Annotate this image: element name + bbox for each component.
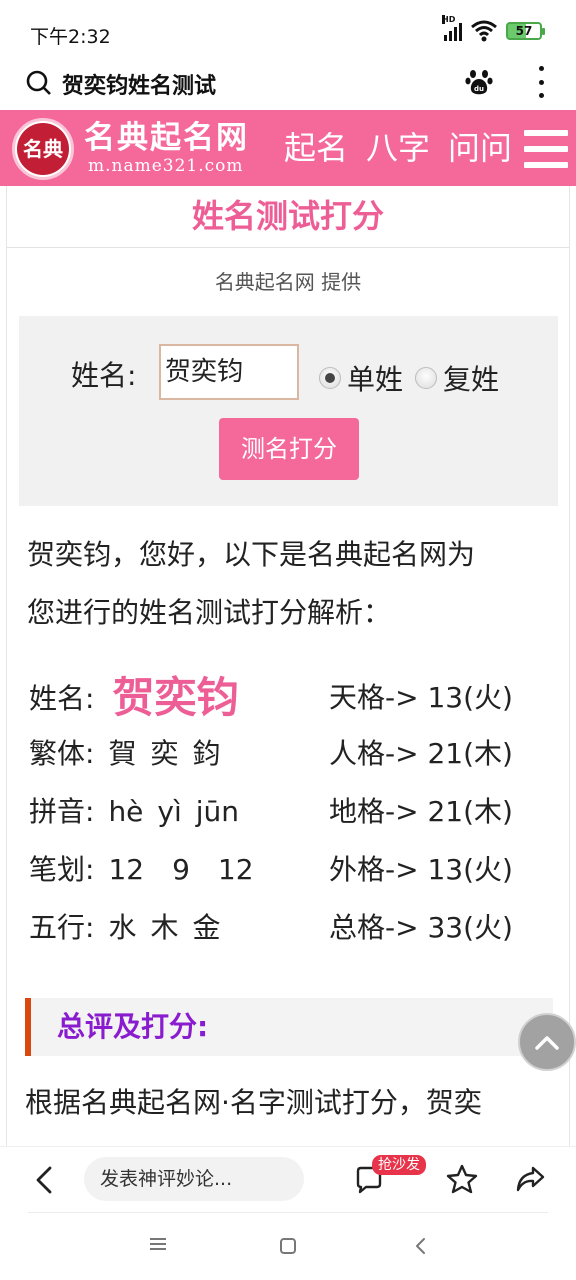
detail-traditional-row: 繁体: 賀奕鈞 — [29, 732, 220, 772]
grid-zongge: 总格-> 33(火) — [329, 911, 513, 944]
baidu-paw-icon[interactable]: du — [464, 66, 494, 96]
svg-text:du: du — [474, 85, 484, 93]
test-name-button[interactable]: 测名打分 — [219, 418, 359, 480]
battery-level: 57 — [515, 24, 533, 38]
name-input[interactable]: 贺奕钧 — [159, 344, 299, 400]
stroke-count: 9 — [172, 853, 190, 886]
provider-text: 名典起名网 提供 — [214, 270, 362, 294]
stroke-count: 12 — [217, 853, 254, 886]
search-query[interactable]: 贺奕钧姓名测试 — [62, 68, 216, 100]
comment-input[interactable]: 发表神评妙论... — [84, 1157, 304, 1201]
more-options-icon[interactable] — [534, 66, 548, 98]
signal-icon: HD — [442, 15, 462, 41]
system-navigation-bar — [0, 1212, 576, 1280]
search-icon[interactable] — [26, 70, 52, 96]
detail-name-label: 姓名: — [29, 682, 95, 715]
wuxing-element: 金 — [192, 911, 221, 944]
brand[interactable]: 名典起名网 m.name321.com — [84, 120, 249, 176]
radio-single-surname[interactable]: 单姓 — [319, 358, 403, 398]
score-value-cutoff — [287, 1130, 357, 1144]
logo-text: 名典 — [17, 123, 69, 175]
system-back-icon[interactable] — [412, 1236, 428, 1256]
hamburger-menu-icon[interactable] — [524, 130, 568, 168]
grid-tiange: 天格-> 13(火) — [329, 681, 513, 714]
detail-strokes-row: 笔划: 12 9 12 — [29, 848, 254, 888]
detail-strokes-label: 笔划: — [29, 853, 95, 886]
main-content: 姓名测试打分 名典起名网 提供 姓名: 贺奕钧 单姓 复姓 测名打分 贺奕钧，您… — [6, 186, 570, 1146]
radio-double-surname[interactable]: 复姓 — [415, 358, 499, 398]
status-bar: 下午2:32 HD 57 — [0, 0, 576, 62]
battery-icon: 57 — [506, 22, 545, 40]
summary-text: 根据名典起名网·名字测试打分，贺奕 — [25, 1086, 482, 1119]
radio-double-label: 复姓 — [443, 363, 500, 396]
chevron-up-icon — [535, 1036, 559, 1050]
wuxing-element: 水 — [108, 911, 137, 944]
status-icons: HD 57 — [442, 15, 545, 42]
name-test-form: 姓名: 贺奕钧 单姓 复姓 测名打分 — [19, 316, 558, 506]
browser-search-bar[interactable]: 贺奕钧姓名测试 du — [0, 62, 576, 110]
site-nav: 起名 八字 问问 — [284, 128, 512, 168]
summary-heading: 总评及打分: — [25, 998, 553, 1056]
back-icon[interactable] — [32, 1165, 56, 1195]
radio-unselected-icon[interactable] — [415, 367, 437, 389]
nav-item-bazi[interactable]: 八字 — [366, 128, 430, 168]
status-time: 下午2:32 — [30, 26, 111, 48]
pinyin-syllable: jūn — [195, 795, 240, 828]
back-to-top-button[interactable] — [518, 1013, 576, 1071]
comment-bar: 发表神评妙论... 抢沙发 — [0, 1146, 576, 1212]
intro-line-1: 贺奕钧，您好，以下是名典起名网为 — [27, 538, 476, 571]
nav-item-wenwen[interactable]: 问问 — [448, 128, 512, 168]
share-icon[interactable] — [514, 1163, 546, 1195]
site-logo[interactable]: 名典 — [12, 118, 74, 180]
favorite-star-icon[interactable] — [446, 1163, 478, 1195]
recents-menu-icon[interactable] — [148, 1236, 168, 1252]
detail-name-row: 姓名: 贺奕钧 — [29, 664, 238, 725]
site-name: 名典起名网 — [84, 120, 249, 156]
grid-renge: 人格-> 21(木) — [329, 737, 513, 770]
wuxing-element: 木 — [150, 911, 179, 944]
network-label: HD — [442, 15, 456, 24]
detail-pinyin-label: 拼音: — [29, 795, 95, 828]
traditional-char: 鈞 — [192, 737, 221, 770]
radio-single-label: 单姓 — [347, 363, 404, 396]
detail-pinyin-row: 拼音: hè yì jūn — [29, 790, 239, 830]
comment-badge: 抢沙发 — [372, 1155, 426, 1175]
pinyin-syllable: hè — [108, 795, 144, 828]
pinyin-syllable: yì — [157, 795, 182, 828]
nav-item-qiming[interactable]: 起名 — [284, 128, 348, 168]
site-header: 名典 名典起名网 m.name321.com 起名 八字 问问 — [0, 110, 576, 186]
name-label: 姓名: — [71, 359, 137, 392]
home-icon[interactable] — [278, 1236, 298, 1256]
detail-traditional-label: 繁体: — [29, 737, 95, 770]
wifi-icon — [471, 20, 497, 42]
detail-wuxing-label: 五行: — [29, 911, 95, 944]
site-domain: m.name321.com — [88, 156, 244, 176]
detail-name-value: 贺奕钧 — [112, 673, 239, 722]
page-title: 姓名测试打分 — [7, 186, 569, 248]
intro-text: 贺奕钧，您好，以下是名典起名网为 您进行的姓名测试打分解析： — [27, 526, 547, 642]
radio-selected-icon[interactable] — [319, 367, 341, 389]
detail-wuxing-row: 五行: 水木金 — [29, 906, 220, 946]
traditional-char: 奕 — [150, 737, 179, 770]
intro-line-2: 您进行的姓名测试打分解析： — [27, 596, 392, 629]
traditional-char: 賀 — [108, 737, 137, 770]
grid-waige: 外格-> 13(火) — [329, 853, 513, 886]
stroke-count: 12 — [108, 853, 145, 886]
grid-dige: 地格-> 21(木) — [329, 795, 513, 828]
